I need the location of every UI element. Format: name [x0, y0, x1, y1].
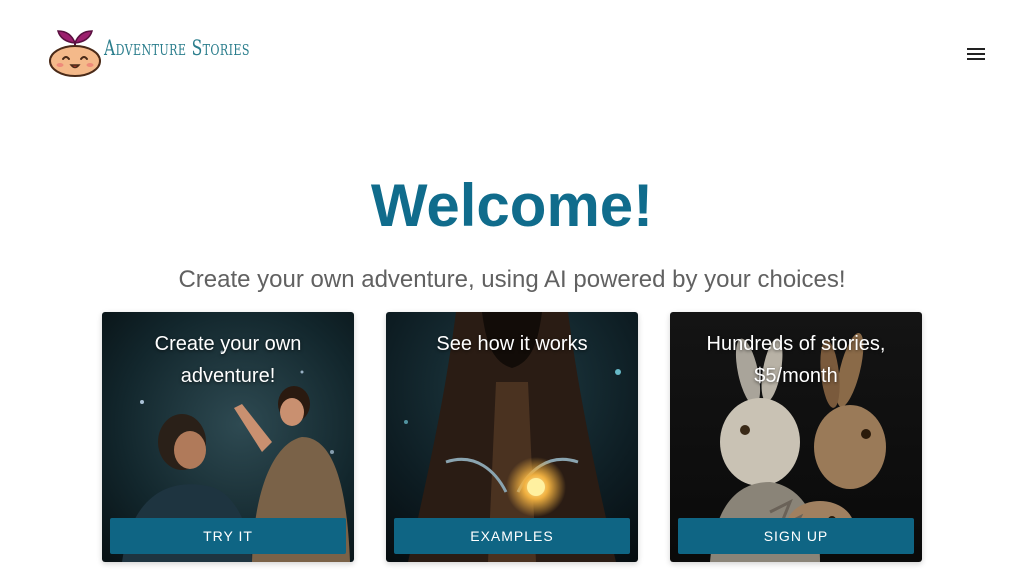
- site-logo[interactable]: Adventure Stories: [48, 22, 301, 78]
- page-subtitle: Create your own adventure, using AI powe…: [178, 266, 846, 293]
- menu-button[interactable]: [960, 38, 992, 70]
- logo-text: Adventure Stories: [104, 36, 250, 60]
- sign-up-button[interactable]: SIGN UP: [678, 518, 914, 554]
- hamburger-menu-icon: [967, 48, 985, 60]
- smiling-sprout-face-icon: [49, 30, 101, 77]
- card-title: Hundreds of stories, $5/month: [706, 333, 886, 387]
- card-title: Create your own adventure!: [154, 333, 302, 387]
- try-it-button[interactable]: TRY IT: [110, 518, 346, 554]
- page-title: Welcome!: [370, 172, 654, 239]
- card-title: See how it works: [436, 333, 588, 355]
- examples-button[interactable]: EXAMPLES: [394, 518, 630, 554]
- card-how-it-works[interactable]: See how it works EXAMPLES: [386, 312, 638, 562]
- site-header: Adventure Stories: [0, 0, 1024, 110]
- card-create-adventure[interactable]: Create your own adventure! TRY IT: [102, 312, 354, 562]
- card-subscription[interactable]: Hundreds of stories, $5/month SIGN UP: [670, 312, 922, 562]
